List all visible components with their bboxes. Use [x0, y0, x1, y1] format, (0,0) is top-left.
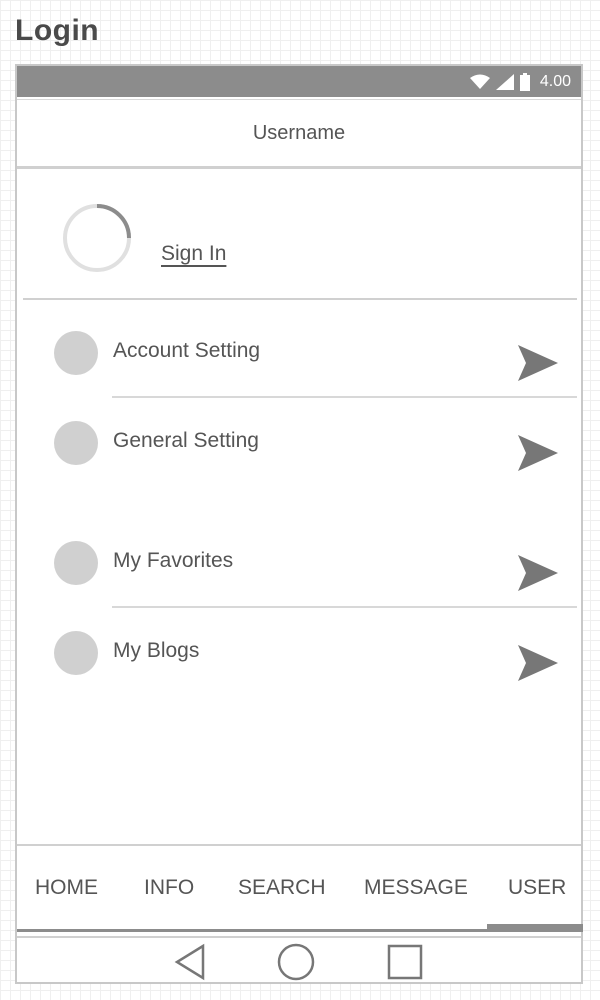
- tab-user[interactable]: USER: [508, 876, 566, 900]
- battery-icon: [519, 72, 530, 91]
- circle-icon: [54, 331, 98, 375]
- bottom-tab-bar: HOME INFO SEARCH MESSAGE USER: [17, 844, 583, 932]
- tab-search[interactable]: SEARCH: [238, 876, 326, 900]
- menu-item-my-blogs[interactable]: My Blogs: [17, 609, 581, 689]
- circle-icon: [54, 631, 98, 675]
- item-divider: [112, 606, 577, 608]
- send-arrow-icon[interactable]: [516, 433, 560, 477]
- phone-frame: 4.00 Username Sign In Account Setting Ge…: [15, 64, 583, 984]
- page-title: Login: [15, 14, 100, 47]
- circle-icon: [54, 421, 98, 465]
- menu-item-label: Account Setting: [113, 339, 261, 362]
- menu-item-general-setting[interactable]: General Setting: [17, 399, 581, 479]
- tab-home[interactable]: HOME: [35, 876, 98, 900]
- menu-item-label: My Favorites: [113, 549, 234, 572]
- status-time: 4.00: [539, 72, 571, 90]
- system-nav-bar: [17, 936, 581, 982]
- signin-area: Sign In: [17, 172, 581, 300]
- signal-icon: [495, 73, 514, 90]
- wifi-icon: [469, 74, 490, 90]
- menu-item-account-setting[interactable]: Account Setting: [17, 309, 581, 398]
- send-arrow-icon[interactable]: [516, 343, 560, 387]
- tab-info[interactable]: INFO: [144, 876, 194, 900]
- item-divider: [112, 396, 577, 398]
- tab-message[interactable]: MESSAGE: [364, 876, 468, 900]
- menu-item-my-favorites[interactable]: My Favorites: [17, 519, 581, 608]
- send-arrow-icon[interactable]: [516, 553, 560, 597]
- divider: [23, 298, 577, 300]
- menu-item-label: General Setting: [113, 429, 259, 452]
- send-arrow-icon[interactable]: [516, 643, 560, 687]
- sign-in-link[interactable]: Sign In: [161, 242, 226, 266]
- back-triangle-icon[interactable]: [171, 942, 211, 982]
- status-bar: 4.00: [17, 66, 581, 97]
- menu-item-label: My Blogs: [113, 639, 200, 662]
- loading-spinner-icon: [63, 204, 131, 272]
- home-circle-icon[interactable]: [276, 942, 316, 982]
- recents-square-icon[interactable]: [385, 942, 425, 982]
- username-header: Username: [17, 99, 581, 169]
- circle-icon: [54, 541, 98, 585]
- active-tab-indicator: [487, 924, 583, 932]
